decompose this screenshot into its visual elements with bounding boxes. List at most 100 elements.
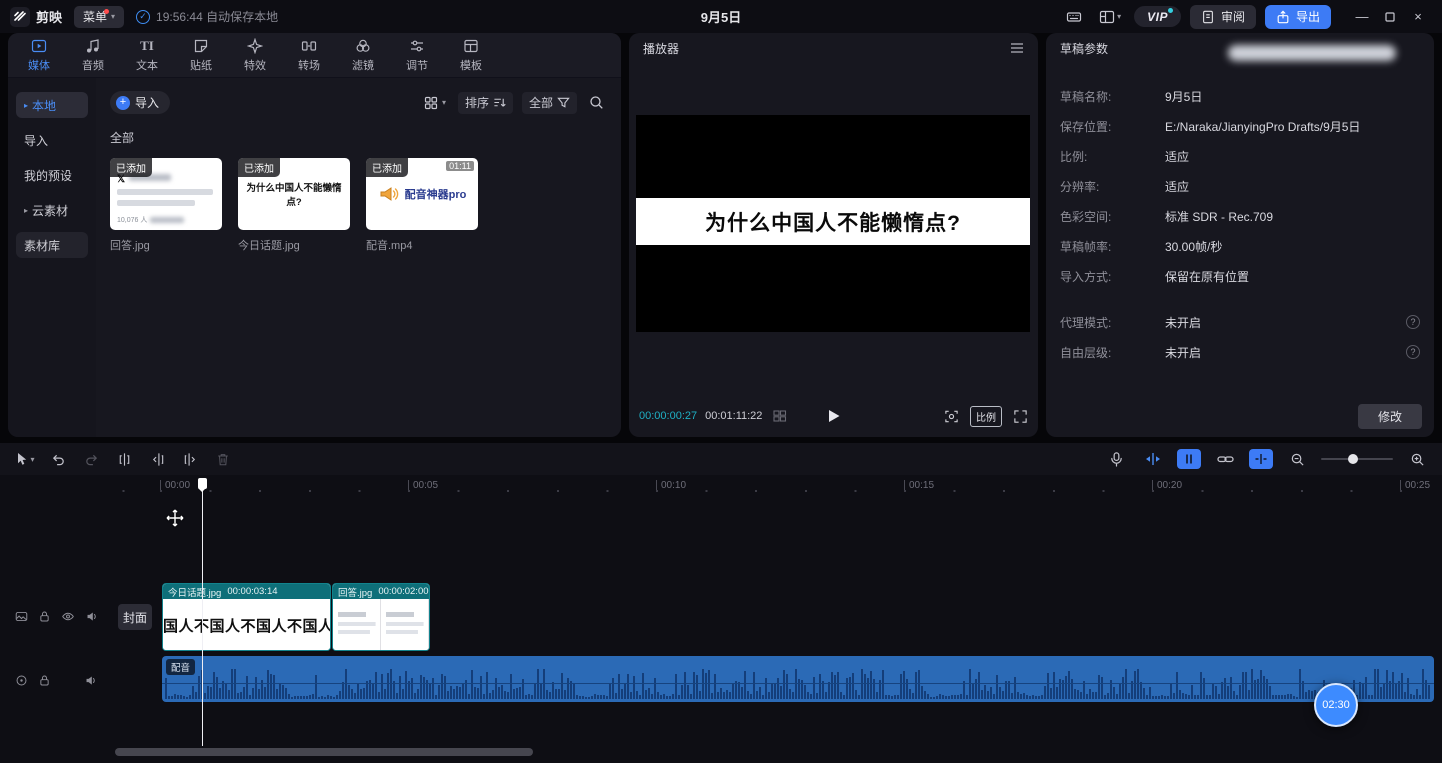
draft-params-panel: 草稿参数 草稿名称:9月5日 保存位置:E:/Naraka/JianyingPr… [1046,33,1434,437]
delete-button[interactable] [210,446,236,472]
tab-label: 调节 [406,57,428,73]
play-icon [827,409,840,423]
maximize-button[interactable] [1376,5,1404,29]
media-sidebar: ▸本地 导入 我的预设 ▸云素材 素材库 [8,78,96,437]
timeline-clip-topic[interactable]: 今日话题.jpg 00:00:03:14 国人不国人不国人不国人 [162,583,331,651]
filter-circles-icon [355,38,371,54]
search-button[interactable] [586,92,607,114]
zoom-in-button[interactable] [1404,446,1430,472]
app-logo-text: 剪映 [36,7,62,26]
preview-axis-toggle[interactable] [1249,449,1273,469]
tab-label: 贴纸 [190,57,212,73]
import-button[interactable]: + 导入 [110,91,170,114]
sticker-icon [193,38,209,54]
tab-media[interactable]: 媒体 [12,33,66,78]
microphone-icon [1109,451,1124,467]
modify-button[interactable]: 修改 [1358,404,1422,429]
play-button[interactable] [827,409,840,423]
timeline-ruler[interactable]: 00:00 00:05 00:10 00:15 00:20 00:25 [115,478,1442,496]
audio-clip-label: 配音 [166,659,195,675]
delete-right-button[interactable] [177,446,203,472]
tab-text[interactable]: TI 文本 [120,33,174,78]
tab-audio[interactable]: 音频 [66,33,120,78]
sidebar-item-label: 本地 [32,97,56,114]
filter-button[interactable]: 全部 [522,92,577,114]
menu-button[interactable]: 菜单 ▾ [74,6,124,28]
speaker-icon[interactable] [84,674,98,687]
undo-button[interactable] [45,446,71,472]
audio-effect-icon[interactable] [15,674,28,687]
sidebar-item-presets[interactable]: 我的预设 [16,162,88,188]
export-button[interactable]: 导出 [1265,5,1331,29]
help-icon[interactable]: ? [1406,315,1420,329]
snap-toggle[interactable] [1140,446,1166,472]
timeline-audio-clip[interactable]: 配音 [162,656,1434,702]
autosave-status: ✓ 19:56:44 自动保存本地 [136,8,278,25]
timeline-body: 00:00 00:05 00:10 00:15 00:20 00:25 封面 今… [0,475,1442,763]
project-title: 9月5日 [701,7,741,26]
sidebar-item-local[interactable]: ▸本地 [16,92,88,118]
frame-grid-icon[interactable] [773,410,787,422]
vip-badge[interactable]: VIP [1134,6,1181,27]
player-menu-button[interactable] [1010,42,1024,54]
tab-effects[interactable]: 特效 [228,33,282,78]
link-toggle[interactable] [1212,446,1238,472]
media-item-topic[interactable]: 已添加 为什么中国人不能懒惰点? 今日话题.jpg [238,158,350,253]
tab-label: 转场 [298,57,320,73]
playhead[interactable] [202,478,203,746]
zoom-out-button[interactable] [1284,446,1310,472]
player-panel: 播放器 为什么中国人不能懒惰点? 00:00:00:27 00:01:11:22 [629,33,1038,437]
media-item-name: 配音.mp4 [366,237,478,253]
funnel-icon [557,96,570,109]
undo-icon [51,452,66,467]
tab-templates[interactable]: 模板 [444,33,498,78]
thumbnail-text: 为什么中国人不能懒惰点? [238,180,350,208]
redo-button[interactable] [78,446,104,472]
tab-transitions[interactable]: 转场 [282,33,336,78]
help-icon[interactable]: ? [1406,345,1420,359]
timeline-toolbar: ▾ [0,443,1442,475]
sidebar-item-import[interactable]: 导入 [16,127,88,153]
mouse-cursor [166,509,184,527]
zoom-slider[interactable] [1321,458,1393,460]
sidebar-item-library[interactable]: 素材库 [16,232,88,258]
auto-ripple-toggle[interactable] [1177,449,1201,469]
media-grid: 已添加 𝕏 10,076 人 回答.jpg 已添加 为什么中国人不能懒惰点? [110,158,607,253]
music-note-icon [85,38,101,54]
params-title: 草稿参数 [1060,40,1108,57]
focus-icon [944,409,959,424]
timeline-scrollbar[interactable] [115,748,533,756]
media-item-answer[interactable]: 已添加 𝕏 10,076 人 回答.jpg [110,158,222,253]
tab-stickers[interactable]: 贴纸 [174,33,228,78]
layout-button[interactable]: ▾ [1095,6,1125,28]
video-viewport: 为什么中国人不能懒惰点? [636,115,1030,332]
split-button[interactable] [111,446,137,472]
tab-filters[interactable]: 滤镜 [336,33,390,78]
shortcut-keys-button[interactable] [1062,6,1086,28]
sort-button[interactable]: 排序 [458,92,513,114]
app-logo: 剪映 [10,7,62,27]
review-button[interactable]: 审阅 [1190,5,1256,29]
sidebar-item-cloud[interactable]: ▸云素材 [16,197,88,223]
zoom-slider-knob[interactable] [1348,454,1358,464]
timeline-clip-answer[interactable]: 回答.jpg 00:00:02:00 [332,583,430,651]
view-toggle-button[interactable]: ▾ [421,92,449,114]
maximize-icon [1385,12,1395,22]
tab-adjust[interactable]: 调节 [390,33,444,78]
playhead-handle[interactable] [198,478,207,489]
delete-left-button[interactable] [144,446,170,472]
template-icon [463,38,479,54]
media-item-voiceover[interactable]: 已添加 01:11 配音神器pro 配音.mp4 [366,158,478,253]
player-controls: 00:00:00:27 00:01:11:22 比例 [639,404,1028,428]
fullscreen-button[interactable] [1013,409,1028,424]
blurred-region [1228,45,1396,61]
record-voiceover-button[interactable] [1103,446,1129,472]
lock-icon[interactable] [38,674,51,687]
close-button[interactable]: × [1404,5,1432,29]
select-tool-button[interactable]: ▾ [12,446,38,472]
minimize-button[interactable]: — [1348,5,1376,29]
time-position-badge[interactable]: 02:30 [1314,683,1358,727]
keyboard-icon [1066,9,1082,25]
ratio-button[interactable]: 比例 [970,406,1002,427]
preview-focus-button[interactable] [944,409,959,424]
